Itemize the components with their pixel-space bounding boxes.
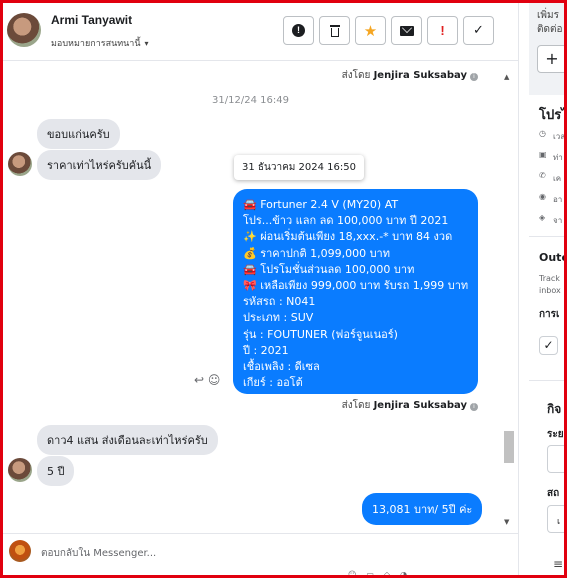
contact-details-sidebar: เพิ่มร ติดต่อ + โปรไ ◷ เวล ▣ ท่า ✆ เค ◉ … <box>518 3 564 575</box>
agent-name: Jenjira Suksabay <box>373 400 467 411</box>
composer-toolbar: ☺▭◇◔ <box>348 570 417 578</box>
clock-icon: ◷ <box>539 129 546 138</box>
reply-icon[interactable]: ↩ <box>194 373 204 387</box>
status-select[interactable]: เ <box>547 505 564 533</box>
offer-line: โปร...ข้าว แลก ลด 100,000 บาท ปี 2021 <box>243 214 449 228</box>
message-thread: ส่งโดย Jenjira Suksabay i 31/12/24 16:49 … <box>3 62 518 525</box>
location-icon: ◉ <box>539 192 546 201</box>
star-icon: ★ <box>363 21 378 40</box>
outcome-title: Outc <box>539 251 564 264</box>
incoming-message[interactable]: 5 ปี <box>37 456 75 486</box>
field-select[interactable] <box>547 445 564 473</box>
assign-conversation-dropdown[interactable]: มอบหมายการสนทนานี้ ▾ <box>51 36 149 50</box>
assign-label: มอบหมายการสนทนานี้ <box>51 39 141 49</box>
divider <box>529 380 564 381</box>
offer-line: 💰 ราคาปกติ 1,099,000 บาท <box>243 246 390 260</box>
date-tooltip: 31 ธันวาคม 2024 16:50 <box>234 155 364 180</box>
conversation-header: Armi Tanyawit มอบหมายการสนทนานี้ ▾ ! ★ ! … <box>3 3 518 61</box>
trash-icon <box>329 24 340 37</box>
offer-line: ปี : 2021 <box>243 343 289 357</box>
scroll-down-icon[interactable]: ▼ <box>504 518 509 525</box>
exclamation-circle-icon: ! <box>292 24 305 37</box>
scroll-up-icon[interactable]: ▲ <box>504 73 509 81</box>
thread-scrollbar[interactable]: ▲ ▼ <box>503 73 514 525</box>
mark-spam-button[interactable]: ! <box>283 16 314 45</box>
offer-line: 🚘 โปรโมชั่นส่วนลด 100,000 บาท <box>243 262 415 276</box>
profile-row: จา <box>553 216 563 225</box>
contact-name[interactable]: Armi Tanyawit <box>51 13 132 27</box>
outcome-checkbox[interactable]: ✓ <box>539 336 558 355</box>
sent-by-label: ส่งโดย Jenjira Suksabay i <box>342 68 478 83</box>
field-label: ระย <box>547 429 564 440</box>
page-avatar <box>9 540 31 562</box>
reply-input[interactable]: ตอบกลับใน Messenger... <box>41 546 156 561</box>
contact-label: ติดต่อ <box>537 24 563 35</box>
sender-avatar <box>8 458 32 482</box>
profile-row: ท่า <box>553 153 563 162</box>
incoming-message[interactable]: ดาว4 แสน ส่งเดือนละเท่าไหร่ครับ <box>37 425 218 455</box>
sent-by-label: ส่งโดย Jenjira Suksabay i <box>342 398 478 413</box>
incoming-message[interactable]: ราคาเท่าไหร่ครับคันนี้ <box>37 150 162 180</box>
add-contact-section: เพิ่มร ติดต่อ + <box>529 3 564 95</box>
chevron-down-icon: ▾ <box>144 39 149 48</box>
track-text: Track <box>539 274 560 283</box>
alert-icon: ! <box>440 23 445 38</box>
envelope-icon <box>399 22 414 36</box>
profile-row: เค <box>553 174 562 183</box>
track-text: inbox <box>539 286 561 295</box>
mark-done-button[interactable]: ✓ <box>463 16 494 45</box>
scrollbar-thumb[interactable] <box>504 431 514 463</box>
profile-row: เวล <box>553 132 564 141</box>
message-timestamp: 31/12/24 16:49 <box>212 95 289 106</box>
react-emoji-icon[interactable]: ☺ <box>208 373 221 387</box>
sender-avatar <box>8 152 32 176</box>
offer-line: ประเภท : SUV <box>243 311 314 325</box>
checkmark-icon: ✓ <box>543 338 554 352</box>
star-button[interactable]: ★ <box>355 16 386 45</box>
mark-unread-button[interactable] <box>391 16 422 45</box>
tasks-title: กิจ <box>547 402 562 416</box>
briefcase-icon: ▣ <box>539 150 547 159</box>
phone-icon: ✆ <box>539 171 546 180</box>
offer-line: 🚘 Fortuner 2.4 V (MY20) AT <box>243 198 399 211</box>
filter-icon[interactable]: ≡ <box>553 557 563 571</box>
checkmark-icon: ✓ <box>473 23 484 38</box>
contact-avatar[interactable] <box>7 13 41 47</box>
divider <box>529 236 564 237</box>
gif-icon[interactable]: ◇ <box>384 570 400 578</box>
outgoing-message[interactable]: 13,081 บาท/ 5ปี ค่ะ <box>362 493 483 525</box>
follow-up-button[interactable]: ! <box>427 16 458 45</box>
attach-icon[interactable]: ▭ <box>366 570 384 578</box>
offer-line: เชื้อเพลิง : ดีเซล <box>243 360 320 374</box>
info-icon[interactable]: i <box>470 403 478 411</box>
emoji-icon[interactable]: ☺ <box>348 570 366 578</box>
message-actions: ↩ ☺ <box>194 373 220 387</box>
activity-label: การเ <box>539 309 560 320</box>
add-label: เพิ่มร <box>537 10 559 21</box>
agent-name: Jenjira Suksabay <box>373 70 467 81</box>
delete-button[interactable] <box>319 16 350 45</box>
status-value: เ <box>557 517 561 527</box>
conversation-panel: Armi Tanyawit มอบหมายการสนทนานี้ ▾ ! ★ ! … <box>3 3 518 578</box>
outgoing-offer-message[interactable]: 🚘 Fortuner 2.4 V (MY20) AT โปร...ข้าว แล… <box>233 189 478 394</box>
field-label: สถ <box>547 488 560 499</box>
offer-line: รุ่น : FOUTUNER (ฟอร์จูนเนอร์) <box>243 327 398 341</box>
profile-row: อา <box>553 195 563 204</box>
add-button[interactable]: + <box>537 45 564 73</box>
info-icon[interactable]: i <box>470 73 478 81</box>
like-icon[interactable]: ◔ <box>400 570 417 578</box>
reply-composer[interactable]: ตอบกลับใน Messenger... ☺▭◇◔ <box>3 533 518 578</box>
offer-line: ✨ ผ่อนเริ่มต้นเพียง 18,xxx.-* บาท 84 งวด <box>243 230 453 244</box>
incoming-message[interactable]: ขอบแก่นครับ <box>37 119 120 149</box>
offer-line: 🎀 เหลือเพียง 999,000 บาท รับรถ 1,999 บาท <box>243 279 469 293</box>
offer-line: เกียร์ : ออโต้ <box>243 376 303 390</box>
calendar-icon: ◈ <box>539 213 546 222</box>
profile-section-title: โปรไ <box>539 108 564 123</box>
offer-line: รหัสรถ : N041 <box>243 295 316 309</box>
